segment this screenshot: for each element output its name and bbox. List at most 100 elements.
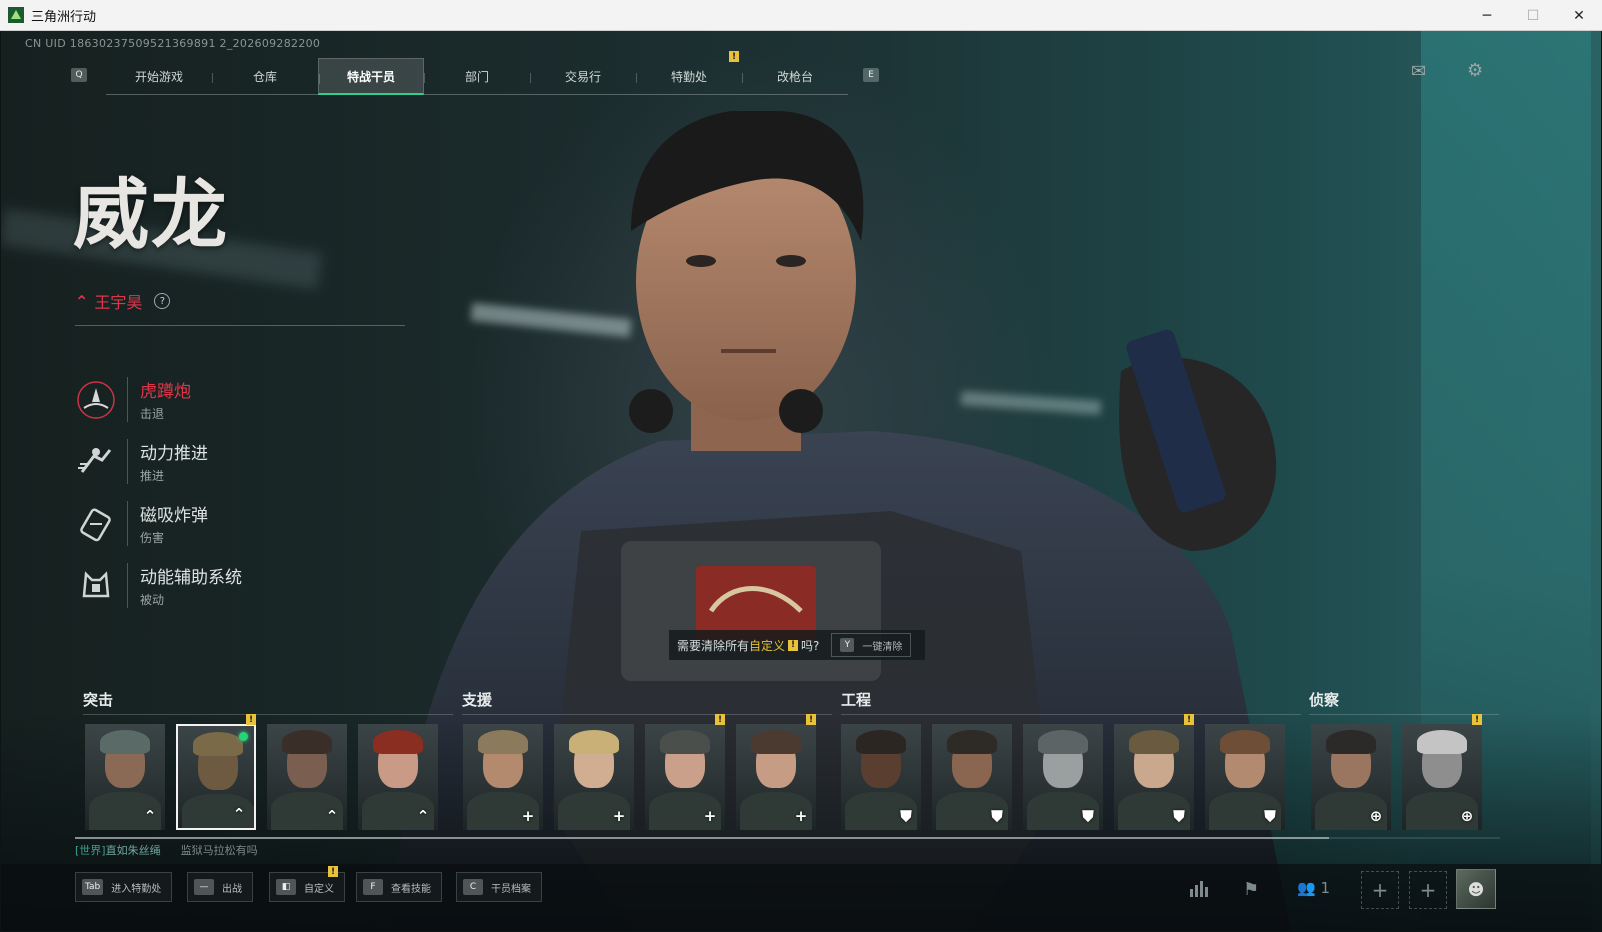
plus-icon: + — [521, 807, 535, 825]
hotkey-label: 查看技能 — [391, 883, 431, 895]
operator-portrait-hair — [373, 730, 423, 754]
main-nav: 开始游戏 仓库 特战干员 部门 交易行 特勤处 改枪台 — [106, 58, 848, 95]
hotkey-enter-special-ops[interactable]: Tab 进入特勤处 — [75, 872, 173, 902]
operator-card-recon[interactable]: ⊕ — [1311, 724, 1391, 830]
hotkey-view-skills[interactable]: F 查看技能 — [356, 872, 442, 902]
operator-card-assault[interactable]: ⌃ — [358, 724, 438, 830]
operator-card-assault[interactable]: ⌃ — [176, 724, 256, 830]
key-f: F — [363, 879, 383, 895]
window-title: 三角洲行动 — [31, 9, 97, 25]
bar-chart-icon[interactable] — [1189, 879, 1209, 902]
gear-icon[interactable]: ⚙ — [1467, 60, 1483, 81]
minimize-button[interactable]: ─ — [1464, 0, 1510, 31]
chat-sender: 直如朱丝绳 — [105, 844, 161, 857]
operator-portrait-hair — [1038, 730, 1088, 754]
tab-department[interactable]: 部门 — [424, 58, 530, 95]
close-button[interactable]: ✕ — [1556, 0, 1602, 31]
tab-operators[interactable]: 特战干员 — [318, 58, 424, 95]
team-slot-plus-icon[interactable]: + — [1361, 871, 1399, 909]
warning-icon: ! — [788, 639, 799, 651]
operator-card-support[interactable]: + — [736, 724, 816, 830]
operator-card-support[interactable]: + — [554, 724, 634, 830]
mail-icon[interactable]: ✉ — [1411, 61, 1426, 82]
operator-card-engineer[interactable]: ⛊ — [1114, 724, 1194, 830]
skill-type: 被动 — [140, 593, 165, 607]
hotkey-label: 出战 — [222, 883, 242, 895]
customize-warning-badge: ! — [328, 866, 338, 877]
nav-prev-key[interactable]: Q — [71, 68, 87, 82]
tab-warehouse[interactable]: 仓库 — [212, 58, 318, 95]
hotkey-deploy[interactable]: — 出战 — [187, 872, 253, 902]
clear-all-key: Y — [840, 638, 855, 652]
operator-card-recon[interactable]: ⊕ — [1402, 724, 1482, 830]
hotkey-operator-profile[interactable]: C 干员档案 — [456, 872, 542, 902]
app-logo-icon — [8, 7, 24, 23]
help-icon[interactable]: ? — [154, 293, 171, 309]
player-uid: CN UID 18630237509521369891 2_2026092822… — [25, 37, 321, 50]
operator-card-engineer[interactable]: ⛊ — [932, 724, 1012, 830]
operator-portrait-hair — [856, 730, 906, 754]
clear-all-label: 一键清除 — [862, 641, 903, 653]
operator-card-support[interactable]: + — [463, 724, 543, 830]
operator-warning-badge: ! — [715, 714, 725, 725]
tab-gunsmith[interactable]: 改枪台 — [742, 58, 848, 95]
skill-name: 动力推进 — [140, 444, 208, 464]
online-status-dot — [239, 732, 248, 741]
divider — [75, 325, 405, 326]
operator-card-engineer[interactable]: ⛊ — [1023, 724, 1103, 830]
maximize-button[interactable]: ☐ — [1510, 0, 1556, 31]
operator-real-name-row: ⌃ 王宇昊 ? — [75, 289, 171, 313]
plus-icon: + — [703, 807, 717, 825]
operator-card-support[interactable]: + — [645, 724, 725, 830]
shield-icon: ⛊ — [1173, 807, 1185, 825]
operator-warning-badge: ! — [1472, 714, 1482, 725]
key-space: — — [194, 879, 214, 895]
skill-name: 虎蹲炮 — [140, 382, 191, 402]
operator-warning-badge: ! — [246, 714, 256, 725]
chevron-up-icon: ⌃ — [325, 807, 339, 825]
flag-icon[interactable]: ⚑ — [1243, 879, 1259, 900]
operator-card-assault[interactable]: ⌃ — [267, 724, 347, 830]
skill-item[interactable]: 动能辅助系统 被动 — [75, 563, 242, 608]
class-label-engineer: 工程 — [841, 691, 872, 709]
operator-portrait-hair — [1220, 730, 1270, 754]
clear-all-button[interactable]: Y 一键清除 — [831, 633, 912, 657]
chat-line[interactable]: [世界]直如朱丝绳 监狱马拉松有吗 — [75, 842, 258, 858]
avatar[interactable]: ☻ — [1456, 869, 1496, 909]
avatar-icon: ☻ — [1467, 879, 1485, 899]
clear-customization-prompt: 需要清除所有 自定义! 吗? Y 一键清除 — [669, 630, 925, 660]
operator-portrait-hair — [660, 730, 710, 754]
skill-item[interactable]: 动力推进 推进 — [75, 439, 208, 484]
dash-icon — [75, 441, 117, 483]
hotkey-label: 干员档案 — [491, 883, 531, 895]
operator-card-assault[interactable]: ⌃ — [85, 724, 165, 830]
nav-next-key[interactable]: E — [863, 68, 879, 82]
plus-icon: + — [794, 807, 808, 825]
skill-name: 动能辅助系统 — [140, 568, 242, 588]
chat-message: 监狱马拉松有吗 — [180, 844, 258, 857]
friends-button[interactable]: 👥 1 — [1297, 879, 1330, 897]
operator-warning-badge: ! — [1184, 714, 1194, 725]
operator-card-engineer[interactable]: ⛊ — [1205, 724, 1285, 830]
exo-system-icon — [75, 565, 117, 607]
operator-portrait-hair — [751, 730, 801, 754]
skill-item[interactable]: 磁吸炸弹 伤害 — [75, 501, 208, 546]
tab-special-ops[interactable]: 特勤处 — [636, 58, 742, 95]
shield-icon: ⛊ — [991, 807, 1003, 825]
customize-icon: ◧ — [276, 879, 296, 895]
operator-card-engineer[interactable]: ⛊ — [841, 724, 921, 830]
plus-icon: + — [612, 807, 626, 825]
tab-trading[interactable]: 交易行 — [530, 58, 636, 95]
tab-start-game[interactable]: 开始游戏 — [106, 58, 212, 95]
friends-count: 1 — [1320, 879, 1331, 897]
chevron-up-icon: ⌃ — [232, 805, 246, 823]
prompt-text-post: 吗? — [801, 638, 820, 653]
class-label-support: 支援 — [462, 691, 493, 709]
key-c: C — [463, 879, 483, 895]
skill-type: 推进 — [140, 469, 165, 483]
roster-scrollbar[interactable] — [75, 837, 1500, 839]
team-slot-plus-icon[interactable]: + — [1409, 871, 1447, 909]
class-label-assault: 突击 — [83, 691, 114, 709]
roster-scrollbar-thumb[interactable] — [75, 837, 1329, 839]
skill-item[interactable]: 虎蹲炮 击退 — [75, 377, 191, 422]
